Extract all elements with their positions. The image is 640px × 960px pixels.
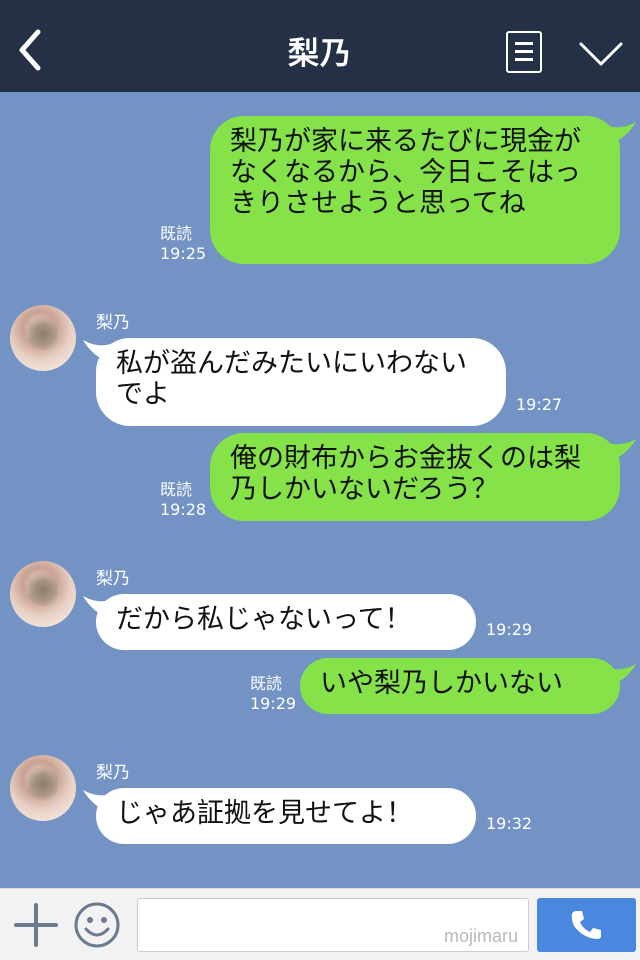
- chat-title: 梨乃: [288, 36, 352, 72]
- sender-name: 梨乃: [96, 313, 130, 333]
- avatar[interactable]: [10, 561, 76, 627]
- message-time: 19:29: [486, 620, 533, 639]
- avatar[interactable]: [10, 305, 76, 371]
- read-receipt: 既読 19:25: [160, 224, 207, 263]
- message-text: 私が盗んだみたいにいわないでよ: [116, 348, 467, 410]
- message-time: 19:32: [486, 814, 533, 833]
- chevron-down-icon[interactable]: [578, 40, 624, 68]
- message-text: だから私じゃないって！: [116, 604, 412, 635]
- message-input-container: mojimaru: [137, 898, 529, 952]
- message-text: いや梨乃しかいない: [320, 668, 563, 699]
- message-bubble-sent[interactable]: 梨乃が家に来るたびに現金がなくなるから、今日こそはっきりさせようと思ってね: [210, 116, 620, 264]
- message-list[interactable]: 既読 19:25 梨乃が家に来るたびに現金がなくなるから、今日こそはっきりさせよ…: [0, 92, 640, 888]
- read-receipt: 既読 19:29: [250, 674, 297, 713]
- message-bubble-sent[interactable]: 俺の財布からお金抜くのは梨乃しかいないだろう？: [210, 433, 620, 521]
- bubble-tail: [608, 439, 636, 461]
- menu-icon[interactable]: [506, 31, 542, 73]
- bubble-tail: [608, 664, 636, 686]
- message-bubble-received[interactable]: 私が盗んだみたいにいわないでよ: [96, 338, 506, 426]
- composer-bar: mojimaru: [0, 888, 640, 960]
- plus-icon[interactable]: [14, 903, 58, 947]
- phone-icon: [571, 911, 601, 939]
- message-text: 俺の財布からお金抜くのは梨乃しかいないだろう？: [230, 443, 581, 505]
- message-text: 梨乃が家に来るたびに現金がなくなるから、今日こそはっきりさせようと思ってね: [230, 126, 581, 219]
- message-bubble-received[interactable]: だから私じゃないって！: [96, 594, 476, 650]
- sender-name: 梨乃: [96, 569, 130, 589]
- bubble-tail: [608, 122, 636, 144]
- avatar[interactable]: [10, 755, 76, 821]
- watermark: mojimaru: [443, 926, 518, 946]
- call-button[interactable]: [537, 898, 636, 952]
- message-time: 19:27: [516, 395, 563, 414]
- sender-name: 梨乃: [96, 763, 130, 783]
- message-bubble-sent[interactable]: いや梨乃しかいない: [300, 658, 620, 714]
- chat-header: 梨乃: [0, 0, 640, 92]
- read-receipt: 既読 19:28: [160, 480, 207, 519]
- message-text: じゃあ証拠を見せてよ！: [116, 798, 413, 829]
- message-bubble-received[interactable]: じゃあ証拠を見せてよ！: [96, 788, 476, 844]
- smiley-icon[interactable]: [73, 901, 121, 949]
